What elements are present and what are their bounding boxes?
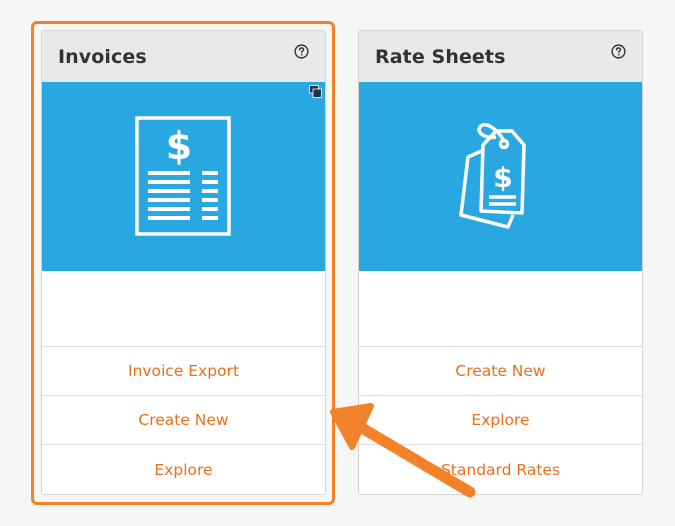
invoice-export-link[interactable]: Invoice Export [42,347,325,396]
svg-text:$: $ [493,161,512,194]
invoices-card-header: Invoices [42,31,325,82]
invoice-document-icon: $ [134,115,231,236]
svg-text:$: $ [165,124,191,168]
rate-sheets-card-title: Rate Sheets [375,45,506,68]
dashboard: Invoices $ Invoice Export Create New Exp… [0,0,675,526]
invoices-explore-link[interactable]: Explore [42,445,325,494]
invoices-card-title: Invoices [58,45,147,68]
invoices-banner[interactable]: $ [42,82,325,271]
rate-sheets-card-spacer [359,271,642,347]
invoices-create-new-link[interactable]: Create New [42,396,325,445]
window-icon [309,85,322,98]
rate-sheets-card: Rate Sheets $ Create New Explore Standar… [358,30,643,495]
rate-sheets-explore-link[interactable]: Explore [359,396,642,445]
rate-sheets-create-new-link[interactable]: Create New [359,347,642,396]
question-circle-icon[interactable] [294,44,309,59]
rate-sheets-card-header: Rate Sheets [359,31,642,82]
price-tag-icon: $ [458,122,526,229]
invoices-card: Invoices $ Invoice Export Create New Exp… [41,30,326,495]
invoices-card-spacer [42,271,325,347]
rate-sheets-banner[interactable]: $ [359,82,642,271]
question-circle-icon[interactable] [611,44,626,59]
standard-rates-link[interactable]: Standard Rates [359,445,642,494]
